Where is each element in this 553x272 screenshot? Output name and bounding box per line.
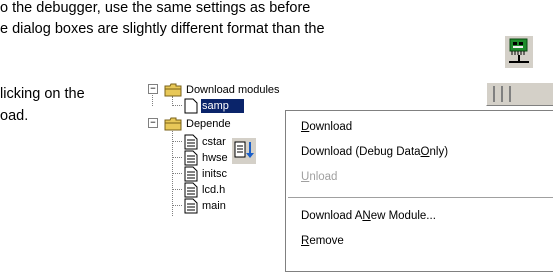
text-file-icon <box>184 150 198 166</box>
mnemonic: D <box>301 121 310 133</box>
menu-item-unload[interactable]: Unload <box>286 166 553 188</box>
tree-item-label: Download modules <box>186 84 280 96</box>
tree-item-label: hwse <box>202 152 228 164</box>
tree-item-label: Depende <box>186 118 231 130</box>
tree-item-label: cstar <box>202 136 226 148</box>
doc-text-line-4: oad. <box>0 108 29 124</box>
tree-item-file[interactable]: cstar <box>184 134 227 150</box>
menu-item-download-new-module[interactable]: Download A New Module... <box>286 205 553 227</box>
tree-item-label: samp <box>201 99 230 113</box>
mnemonic: U <box>301 171 310 183</box>
menu-separator <box>288 197 553 199</box>
tree-item-file[interactable]: lcd.h <box>184 182 226 198</box>
context-menu: Download Download (Debug Data Only) Unlo… <box>285 110 553 272</box>
collapse-toggle[interactable]: − <box>148 118 158 128</box>
tree-item-file[interactable]: main <box>184 198 227 214</box>
file-icon <box>184 98 198 114</box>
tree-item-label: initsc <box>202 168 228 180</box>
mnemonic: O <box>420 146 430 158</box>
collapse-toggle[interactable]: − <box>148 84 158 94</box>
menu-item-download-debug-data-only[interactable]: Download (Debug Data Only) <box>286 141 553 163</box>
tree-item-selected-module[interactable]: samp <box>184 98 244 114</box>
folder-open-icon <box>164 83 182 97</box>
text-file-icon <box>184 182 198 198</box>
doc-text-line-2: e dialog boxes are slightly different fo… <box>0 21 325 37</box>
text-file-icon <box>184 166 198 182</box>
menu-item-remove[interactable]: Remove <box>286 230 553 252</box>
board-download-icon <box>505 36 533 68</box>
doc-text-line-1: o the debugger, use the same settings as… <box>0 0 311 16</box>
tree-item-label: main <box>202 200 226 212</box>
folder-open-icon <box>164 117 182 131</box>
toolbar-fragment <box>486 82 553 106</box>
tree-item-download-modules[interactable]: Download modules <box>164 82 281 98</box>
text-file-icon <box>184 134 198 150</box>
menu-item-download[interactable]: Download <box>286 116 553 138</box>
doc-text-line-3: licking on the <box>0 86 85 102</box>
tree-item-file[interactable]: initsc <box>184 166 228 182</box>
tree-item-label: lcd.h <box>202 184 226 196</box>
tree-item-dependencies[interactable]: Depende <box>164 116 232 132</box>
text-file-icon <box>184 198 198 214</box>
tree-item-file[interactable]: hwse <box>184 150 229 166</box>
mnemonic: N <box>362 210 371 222</box>
mnemonic: R <box>301 235 310 247</box>
